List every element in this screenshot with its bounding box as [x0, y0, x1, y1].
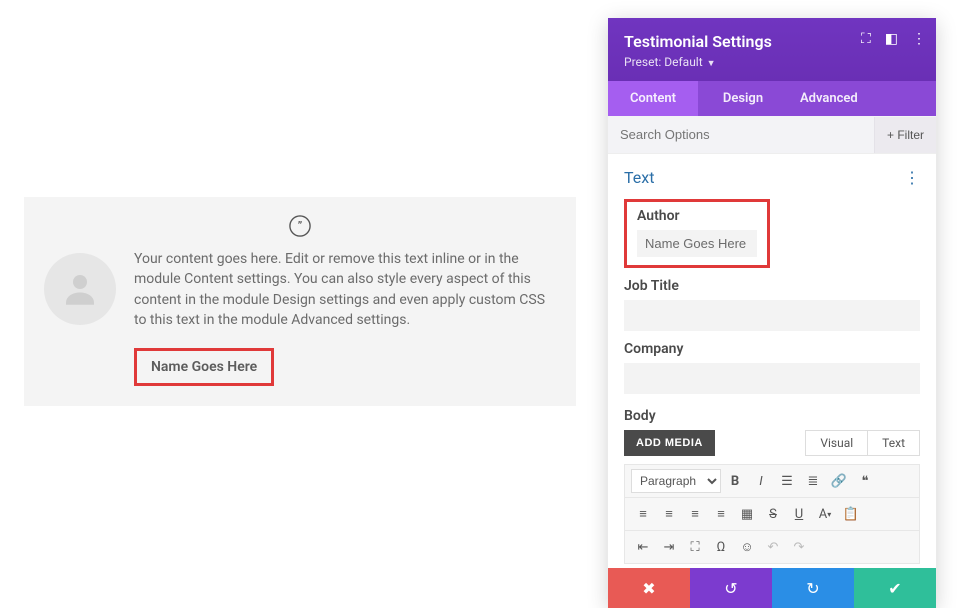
settings-panel: Testimonial Settings Preset: Default▼ ⛶ … [608, 18, 936, 608]
redo-button[interactable]: ↻ [772, 568, 854, 608]
company-label: Company [624, 341, 920, 357]
paste-icon[interactable]: 📋 [839, 502, 863, 526]
undo-button[interactable]: ↺ [690, 568, 772, 608]
svg-text:”: ” [298, 220, 302, 233]
undo-icon[interactable]: ↶ [761, 535, 785, 559]
author-input[interactable] [637, 230, 757, 257]
bullet-list-icon[interactable]: ☰ [775, 469, 799, 493]
outdent-icon[interactable]: ⇤ [631, 535, 655, 559]
paragraph-select[interactable]: Paragraph [631, 469, 721, 493]
fullscreen-icon[interactable]: ⛶ [683, 535, 707, 559]
special-char-icon[interactable]: Ω [709, 535, 733, 559]
align-right-icon[interactable]: ≡ [683, 502, 707, 526]
avatar [44, 253, 116, 325]
job-title-label: Job Title [624, 278, 920, 294]
table-icon[interactable]: ▦ [735, 502, 759, 526]
underline-icon[interactable]: U [787, 502, 811, 526]
editor-tab-visual[interactable]: Visual [805, 430, 868, 456]
indent-icon[interactable]: ⇥ [657, 535, 681, 559]
preset-dropdown[interactable]: Preset: Default▼ [624, 55, 920, 69]
cancel-button[interactable]: ✖ [608, 568, 690, 608]
add-media-button[interactable]: ADD MEDIA [624, 430, 715, 456]
search-row: + Filter [608, 116, 936, 154]
section-title[interactable]: Text [624, 168, 654, 187]
company-input[interactable] [624, 363, 920, 394]
strikethrough-icon[interactable]: S [761, 502, 785, 526]
expand-icon[interactable]: ⛶ [861, 32, 871, 46]
testimonial-content[interactable]: Your content goes here. Edit or remove t… [134, 249, 556, 330]
tab-advanced[interactable]: Advanced [788, 81, 936, 116]
text-color-icon[interactable]: A▾ [813, 502, 837, 526]
blockquote-icon[interactable]: ❝ [853, 469, 877, 493]
align-left-icon[interactable]: ≡ [631, 502, 655, 526]
layout-icon[interactable]: ◧ [885, 32, 898, 46]
link-icon[interactable]: 🔗 [827, 469, 851, 493]
kebab-icon[interactable]: ⋮ [912, 32, 926, 46]
caret-down-icon: ▼ [707, 59, 716, 69]
filter-button[interactable]: + Filter [874, 117, 936, 153]
emoji-icon[interactable]: ☺ [735, 535, 759, 559]
save-button[interactable]: ✔ [854, 568, 936, 608]
panel-tabs: Content Design Advanced [608, 81, 936, 116]
bold-icon[interactable]: B [723, 469, 747, 493]
align-center-icon[interactable]: ≡ [657, 502, 681, 526]
wysiwyg-toolbar: Paragraph B I ☰ ≣ 🔗 ❝ ≡ ≡ ≡ ≡ ▦ S U A▾ 📋… [624, 464, 920, 564]
testimonial-author[interactable]: Name Goes Here [134, 348, 274, 386]
search-input[interactable] [608, 116, 874, 153]
redo-icon[interactable]: ↷ [787, 535, 811, 559]
align-justify-icon[interactable]: ≡ [709, 502, 733, 526]
tab-design[interactable]: Design [698, 81, 788, 116]
action-bar: ✖ ↺ ↻ ✔ [608, 568, 936, 608]
quote-icon: ” [44, 215, 556, 241]
body-label: Body [624, 408, 920, 424]
section-kebab-icon[interactable]: ⋮ [904, 168, 920, 187]
testimonial-preview: ” Your content goes here. Edit or remove… [24, 197, 576, 406]
numbered-list-icon[interactable]: ≣ [801, 469, 825, 493]
author-label: Author [637, 208, 757, 224]
author-field-highlight: Author [624, 199, 770, 268]
italic-icon[interactable]: I [749, 469, 773, 493]
job-title-input[interactable] [624, 300, 920, 331]
tab-content[interactable]: Content [608, 81, 698, 116]
panel-header: Testimonial Settings Preset: Default▼ ⛶ … [608, 18, 936, 81]
editor-tab-text[interactable]: Text [868, 430, 920, 456]
